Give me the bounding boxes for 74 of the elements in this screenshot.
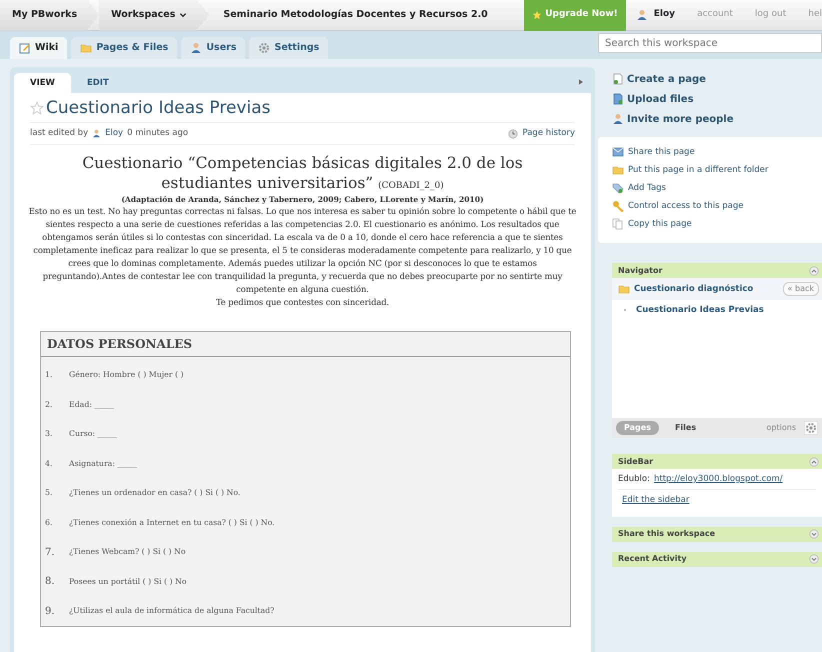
nav-tab[interactable]: Pages & Files xyxy=(71,37,178,59)
collapse-icon[interactable] xyxy=(809,456,819,466)
page-action-link[interactable]: Add Tags xyxy=(598,179,822,197)
back-button[interactable]: « back xyxy=(782,282,819,296)
user-icon xyxy=(636,9,648,21)
nav-tab[interactable]: Users xyxy=(181,37,246,59)
sidebar-label: Edublo: xyxy=(618,473,650,486)
document-heading: Cuestionario “Competencias básicas digitales 2.0 de los estudiantes universitarios” (COBADI_2_0) xyxy=(81,154,524,193)
user-icon xyxy=(612,113,624,125)
page-action-link[interactable]: Copy this page xyxy=(598,215,822,233)
chevron-down-icon xyxy=(179,11,188,19)
panel-header[interactable]: SideBar xyxy=(612,454,822,469)
user-icon xyxy=(190,42,202,54)
folder-icon xyxy=(612,164,624,176)
edited-label: last edited by xyxy=(30,127,88,140)
edit-sidebar-link[interactable]: Edit the sidebar xyxy=(622,494,690,506)
panel-header[interactable]: Recent Activity xyxy=(612,552,822,566)
expand-icon[interactable] xyxy=(809,554,819,564)
upload-icon xyxy=(612,93,624,105)
page-action-link[interactable]: Share this page xyxy=(598,143,822,161)
search-field[interactable]: Search this workspace xyxy=(598,33,822,53)
gear-icon xyxy=(805,422,817,434)
panel-header[interactable]: Navigator xyxy=(612,263,822,278)
panel-title: Navigator xyxy=(618,264,662,276)
workspaces-menu[interactable]: Workspaces xyxy=(99,0,210,30)
page-link[interactable]: Cuestionario Ideas Previas xyxy=(636,304,764,317)
key-icon xyxy=(612,200,624,212)
blog-link[interactable]: http://eloy3000.blogspot.com/ xyxy=(654,473,783,486)
options-button[interactable] xyxy=(804,421,818,435)
intro-paragraph: Esto no es un test. No hay preguntas correctas ni falsas. Lo que nos interesa es saber tu opinión sobre lo competente o hábil que te sientes respecto a una serie de cuestiones referidas a las competencias 2.0. El cuestionario es anónimo. Los resultados que obtengamos serán útiles si lo contestas con sinceridad. La escala va de 0 a 10, donde el cero hace referencia a que te sientes completamente ineficaz para realizar lo que se presenta, el 5 te consideras moderadamente competente para realizarlo, y 10 que crees que lo dominas completamente. Además puedes utilizar la opción NC (por si desconoces lo que te estamos preguntando).Antes de contestar lee con tranquilidad la pregunta, y recuerda que no debes preocuparte por no sentirte muy competente en alguna cuestión. xyxy=(28,205,577,296)
sidebar-action-link[interactable]: Upload files xyxy=(598,89,822,109)
user-icon xyxy=(92,129,102,138)
user-link[interactable]: Eloy xyxy=(654,8,676,22)
nav-tab[interactable]: Wiki xyxy=(10,37,68,59)
closing-line: Te pedimos que contestes con sinceridad. xyxy=(214,296,390,310)
item-number: 9. xyxy=(45,604,56,619)
page-history-link[interactable]: Page history xyxy=(508,127,575,140)
page-tab[interactable]: VIEW xyxy=(14,73,71,93)
sidebar-action-link[interactable]: Create a page xyxy=(598,69,822,89)
star-icon[interactable] xyxy=(30,101,44,116)
workspace-title: Seminario Metodologías Docentes y Recursos 2.0 xyxy=(222,8,488,22)
clock-icon xyxy=(508,128,518,139)
star-icon xyxy=(532,10,542,20)
expand-icon[interactable] xyxy=(809,529,819,539)
item-number: 7. xyxy=(45,546,56,560)
gear-icon xyxy=(258,42,270,54)
folder-icon xyxy=(80,42,92,54)
edit-icon xyxy=(19,42,31,54)
page-icon xyxy=(612,73,624,85)
folder-name: Cuestionario diagnóstico xyxy=(634,282,754,296)
page-title: Cuestionario Ideas Previas xyxy=(46,98,270,118)
sidebar-action-link[interactable]: Invite more people xyxy=(598,109,822,129)
bullet-icon xyxy=(622,307,628,314)
page-tab[interactable]: EDIT xyxy=(70,73,125,93)
page-action-link[interactable]: Put this page in a different folder xyxy=(598,161,822,179)
item-number: 8. xyxy=(45,575,56,590)
panel-title: Share this workspace xyxy=(618,528,716,540)
page-action-link[interactable]: Control access to this page xyxy=(598,197,822,215)
envelope-icon xyxy=(612,146,624,158)
section-heading: DATOS PERSONALES xyxy=(41,332,570,358)
folder-icon xyxy=(618,283,630,295)
panel-title: Recent Activity xyxy=(618,553,687,565)
arrow-right-icon xyxy=(577,78,585,86)
tag-icon xyxy=(612,182,624,194)
nav-tab[interactable]: Settings xyxy=(249,37,328,59)
editor-link[interactable]: Eloy xyxy=(105,127,124,140)
panel-title: SideBar xyxy=(618,456,654,468)
collapse-icon[interactable] xyxy=(809,266,819,276)
options-label: options xyxy=(766,422,796,434)
copy-icon xyxy=(612,218,624,230)
pane-tab[interactable]: Files xyxy=(666,421,704,435)
panel-header[interactable]: Share this workspace xyxy=(612,526,822,542)
home-link[interactable]: My PBworks xyxy=(0,0,100,30)
edited-time: 0 minutes ago xyxy=(127,127,188,140)
